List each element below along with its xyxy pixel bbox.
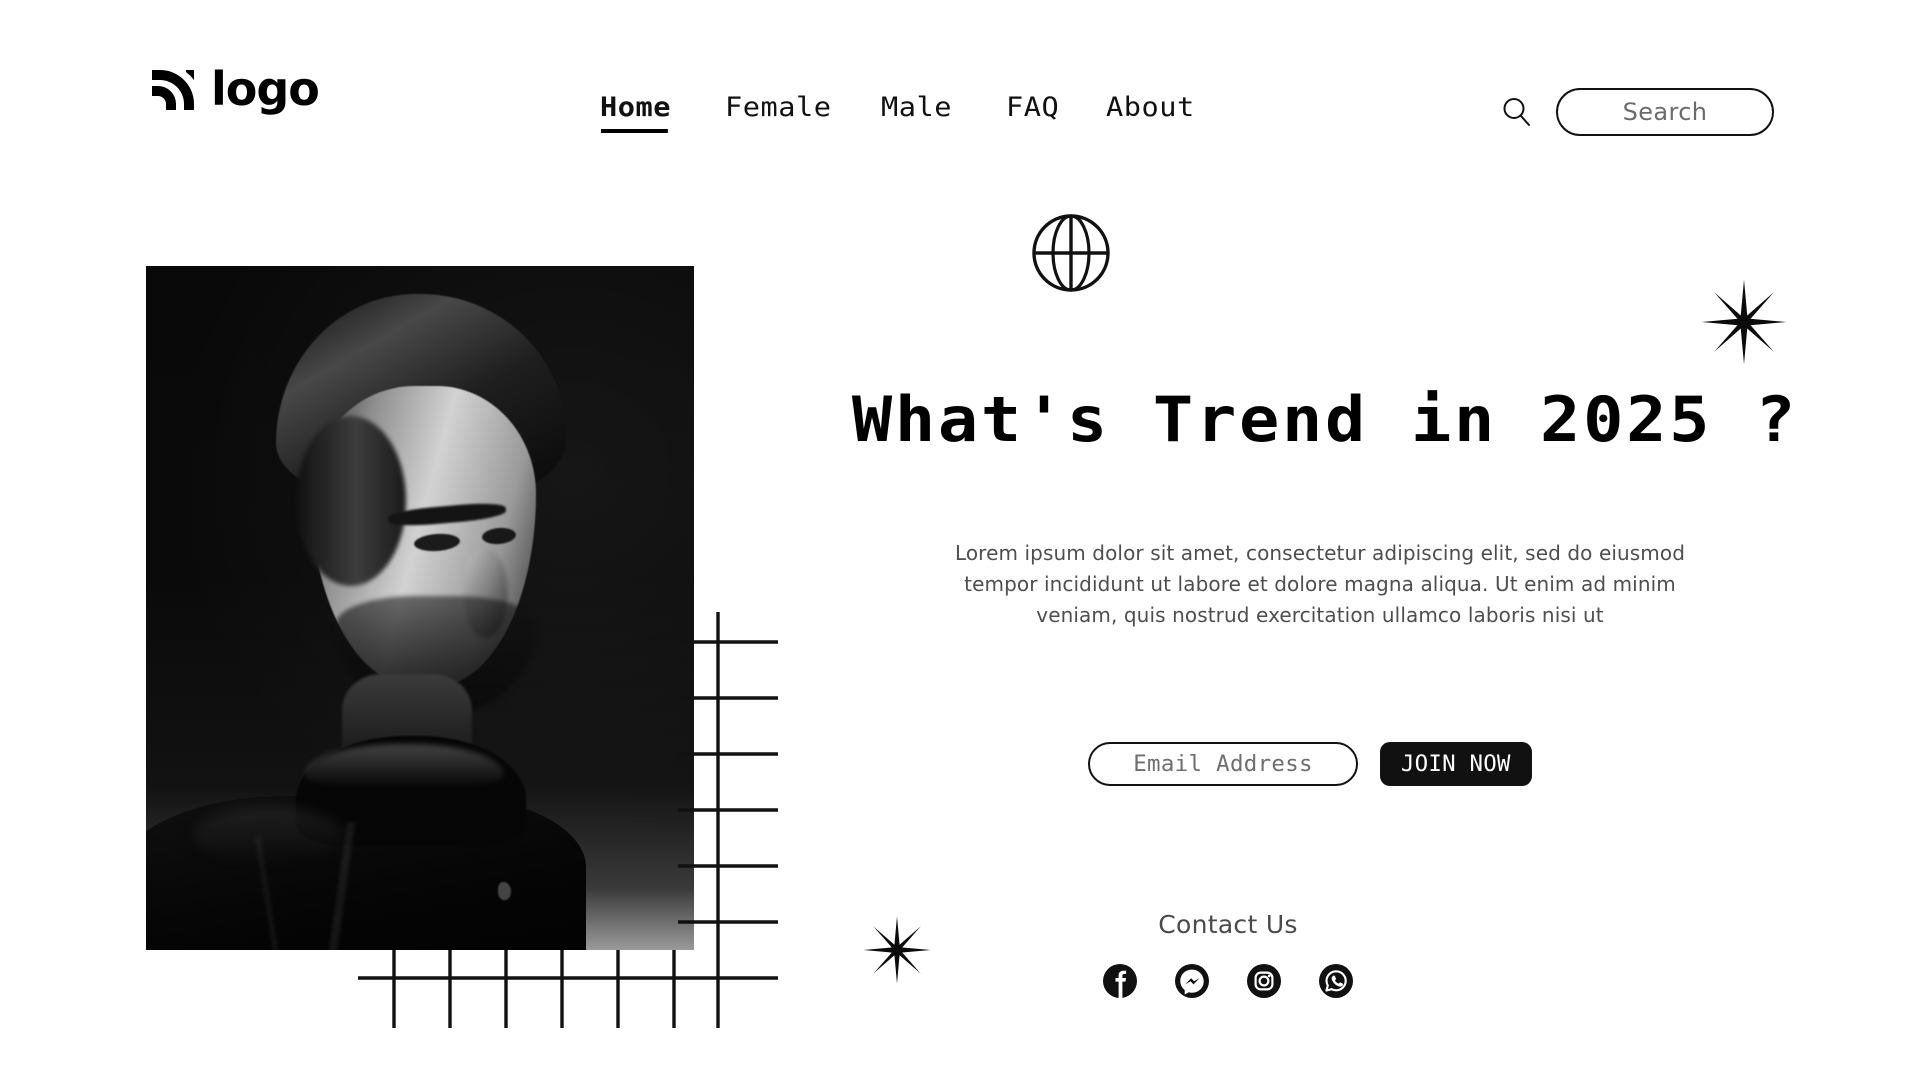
search-icon[interactable] <box>1500 95 1534 129</box>
landing-page: logo Home Female Male FAQ About Search W… <box>0 0 1920 1080</box>
sparkle-star-icon <box>863 916 931 984</box>
decorative-grid <box>358 612 778 1028</box>
nav-item-faq[interactable]: FAQ <box>1006 92 1059 123</box>
contact-title: Contact Us <box>1158 910 1298 939</box>
social-links <box>1088 963 1368 999</box>
instagram-icon[interactable] <box>1246 963 1282 999</box>
whatsapp-icon[interactable] <box>1318 963 1354 999</box>
nav-item-female[interactable]: Female <box>725 92 832 123</box>
search-input[interactable]: Search <box>1556 88 1774 136</box>
nav-item-home[interactable]: Home <box>600 92 671 133</box>
search-area: Search <box>1500 88 1774 136</box>
join-now-button[interactable]: JOIN NOW <box>1380 742 1532 786</box>
sparkle-star-icon <box>1701 279 1787 365</box>
search-placeholder: Search <box>1622 98 1708 126</box>
nav-item-about[interactable]: About <box>1106 92 1195 123</box>
signal-wave-icon <box>152 70 194 110</box>
logo-text: logo <box>211 62 320 116</box>
email-placeholder: Email Address <box>1133 751 1313 777</box>
main-nav: Home Female Male FAQ About <box>600 92 1194 133</box>
page-title: What's Trend in 2025 ? <box>851 383 1799 456</box>
facebook-icon[interactable] <box>1102 963 1138 999</box>
join-now-label: JOIN NOW <box>1400 751 1511 777</box>
nav-item-male[interactable]: Male <box>881 92 952 123</box>
messenger-icon[interactable] <box>1174 963 1210 999</box>
email-input[interactable]: Email Address <box>1088 742 1358 786</box>
hero-paragraph: Lorem ipsum dolor sit amet, consectetur … <box>954 541 1686 627</box>
site-header: logo Home Female Male FAQ About Search <box>0 0 1920 170</box>
globe-icon <box>1032 214 1110 292</box>
logo[interactable]: logo <box>146 62 320 116</box>
signup-form: Email Address JOIN NOW <box>1088 742 1532 786</box>
